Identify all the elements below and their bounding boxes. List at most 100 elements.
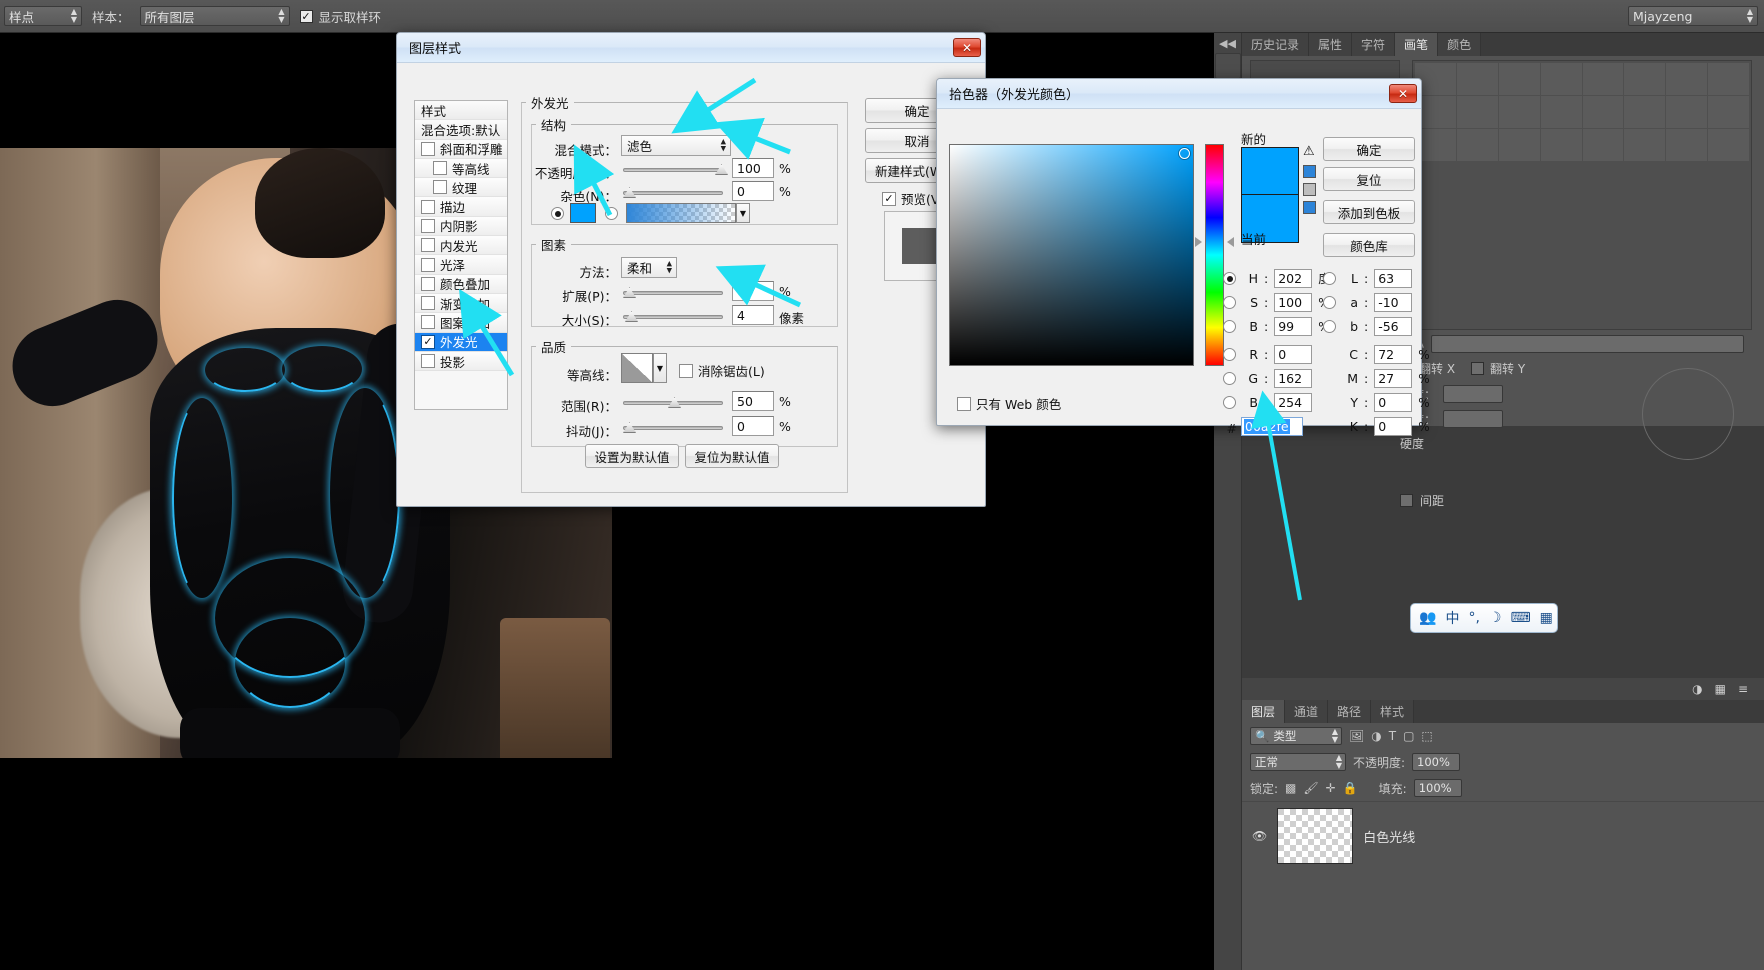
eye-icon[interactable]: 👁 bbox=[1252, 829, 1267, 843]
brush-tip[interactable] bbox=[1456, 96, 1498, 128]
collapse-icon[interactable]: ◀◀ bbox=[1214, 33, 1241, 50]
input-h[interactable]: 202 bbox=[1274, 269, 1313, 288]
brush-tip[interactable] bbox=[1498, 63, 1540, 95]
glow-gradient-radio[interactable] bbox=[605, 207, 618, 220]
field-row-b-bright[interactable]: B: 99 % bbox=[1223, 317, 1330, 336]
brush-tip[interactable] bbox=[1666, 96, 1708, 128]
style-item-drop-shadow[interactable]: 投影 bbox=[415, 351, 507, 372]
layer-fill-value[interactable]: 100% bbox=[1413, 779, 1462, 797]
checkbox-box[interactable] bbox=[421, 238, 435, 253]
ime-keyboard-icon[interactable]: ⌨ bbox=[1510, 610, 1530, 626]
glow-gradient-preview[interactable] bbox=[626, 203, 736, 223]
checkbox-box[interactable] bbox=[421, 199, 435, 214]
sample-point-select[interactable]: 样点 ▲ ▼ bbox=[4, 6, 82, 26]
set-default-button[interactable]: 设置为默认值 bbox=[585, 444, 679, 468]
input-b-blue[interactable]: 254 bbox=[1274, 393, 1313, 412]
checkbox-box[interactable] bbox=[433, 180, 447, 195]
sample-select[interactable]: 所有图层 ▲ ▼ bbox=[139, 6, 290, 26]
style-item-texture[interactable]: 纹理 bbox=[415, 178, 507, 198]
input-b-bright[interactable]: 99 bbox=[1274, 317, 1313, 336]
brush-size-slider[interactable] bbox=[1431, 335, 1744, 353]
field-row-y[interactable]: Y: 0 % bbox=[1342, 393, 1430, 412]
tab-channels[interactable]: 通道 bbox=[1285, 700, 1329, 723]
ime-lang-label[interactable]: 中 bbox=[1445, 608, 1459, 628]
brush-tip[interactable] bbox=[1582, 96, 1624, 128]
styles-list-header[interactable]: 样式 bbox=[415, 101, 507, 121]
tab-styles[interactable]: 样式 bbox=[1371, 700, 1415, 723]
angle-input[interactable] bbox=[1443, 385, 1504, 403]
hex-input[interactable]: 00a2fe bbox=[1241, 417, 1303, 436]
brush-tip[interactable] bbox=[1624, 96, 1666, 128]
checkbox-box[interactable] bbox=[421, 257, 435, 272]
noise-input[interactable]: 0 bbox=[732, 181, 774, 201]
brush-tip[interactable] bbox=[1708, 96, 1749, 128]
radio-b-bright[interactable] bbox=[1223, 320, 1236, 333]
field-row-a[interactable]: a: -10 bbox=[1323, 293, 1413, 312]
radio-s[interactable] bbox=[1223, 296, 1236, 309]
color-cursor[interactable] bbox=[1179, 148, 1190, 159]
close-icon[interactable]: ✕ bbox=[1389, 84, 1417, 103]
layer-opacity-value[interactable]: 100% bbox=[1412, 753, 1461, 771]
blend-mode-select[interactable]: 滤色 ▲ ▼ bbox=[621, 135, 731, 156]
brush-spacing-row[interactable]: 间距 bbox=[1392, 488, 1452, 513]
layer-style-titlebar[interactable]: 图层样式 ✕ bbox=[397, 33, 985, 63]
field-row-l[interactable]: L: 63 bbox=[1323, 269, 1413, 288]
layer-blend-row[interactable]: 正常 ▲ ▼ 不透明度: 100% bbox=[1242, 749, 1764, 775]
style-item-stroke[interactable]: 描边 bbox=[415, 197, 507, 217]
filter-shape-icon[interactable]: ▢ bbox=[1403, 729, 1414, 743]
web-safe-icon[interactable] bbox=[1303, 165, 1316, 178]
user-account-select[interactable]: Mjayzeng ▲ ▼ bbox=[1628, 6, 1758, 26]
cube-icon[interactable] bbox=[1303, 183, 1316, 196]
tab-color[interactable]: 颜色 bbox=[1438, 33, 1482, 56]
spread-input[interactable]: 0 bbox=[732, 281, 774, 301]
reset-default-button[interactable]: 复位为默认值 bbox=[685, 444, 779, 468]
field-row-g[interactable]: G: 162 bbox=[1223, 369, 1313, 388]
picker-ok-button[interactable]: 确定 bbox=[1323, 137, 1415, 161]
saturation-value-field[interactable] bbox=[949, 144, 1194, 366]
radio-b-blue[interactable] bbox=[1223, 396, 1236, 409]
style-item-inner-glow[interactable]: 内发光 bbox=[415, 236, 507, 256]
checkbox-box[interactable] bbox=[421, 354, 435, 368]
layer-style-dialog[interactable]: 图层样式 ✕ 样式 混合选项:默认 斜面和浮雕 等高线 纹理 描边 内阴影 内发… bbox=[396, 32, 986, 507]
brush-tip[interactable] bbox=[1540, 129, 1582, 161]
input-m[interactable]: 27 bbox=[1374, 369, 1413, 388]
lock-all-icon[interactable]: 🔒 bbox=[1343, 781, 1358, 795]
blending-options-item[interactable]: 混合选项:默认 bbox=[415, 120, 507, 140]
style-item-color-overlay[interactable]: 颜色叠加 bbox=[415, 274, 507, 294]
brush-tip[interactable] bbox=[1456, 63, 1498, 95]
lock-position-icon[interactable]: ✛ bbox=[1326, 781, 1336, 795]
color-picker-dialog[interactable]: 拾色器（外发光颜色） ✕ 新的 当前 ⚠ 确定 复位 添加到色板 颜色库 H: … bbox=[936, 78, 1430, 436]
field-row-lab-b[interactable]: b: -56 bbox=[1323, 317, 1413, 336]
field-row-m[interactable]: M: 27 % bbox=[1342, 369, 1430, 388]
style-item-pattern-overlay[interactable]: 图案叠加 bbox=[415, 313, 507, 333]
web-color-icon[interactable] bbox=[1303, 201, 1316, 214]
layers-panel-tabs[interactable]: 图层 通道 路径 样式 bbox=[1242, 700, 1764, 723]
add-to-swatches-button[interactable]: 添加到色板 bbox=[1323, 200, 1415, 224]
chevron-down-icon[interactable]: ▼ bbox=[653, 353, 667, 383]
web-colors-only-checkbox[interactable]: 只有 Web 颜色 bbox=[957, 394, 1061, 413]
hue-slider[interactable] bbox=[1205, 144, 1224, 366]
flip-y-checkbox[interactable]: 翻转 Y bbox=[1471, 360, 1525, 377]
style-item-satin[interactable]: 光泽 bbox=[415, 255, 507, 275]
filter-adjustment-icon[interactable]: ◑ bbox=[1371, 729, 1381, 743]
range-input[interactable]: 50 bbox=[732, 391, 774, 411]
style-item-inner-shadow[interactable]: 内阴影 bbox=[415, 216, 507, 237]
antialias-checkbox[interactable]: 消除锯齿(L) bbox=[679, 361, 765, 380]
lock-transparent-icon[interactable]: ▩ bbox=[1285, 781, 1296, 795]
field-row-k[interactable]: K: 0 % bbox=[1342, 417, 1430, 436]
size-input[interactable]: 4 bbox=[732, 305, 774, 325]
checkbox-box[interactable] bbox=[421, 276, 435, 291]
input-y[interactable]: 0 bbox=[1374, 393, 1413, 412]
brush-tip-grid[interactable] bbox=[1412, 60, 1752, 330]
radio-lab-b[interactable] bbox=[1323, 320, 1336, 333]
radio-h[interactable] bbox=[1223, 272, 1236, 285]
ime-tools-icon[interactable]: ▦ bbox=[1540, 610, 1553, 626]
input-g[interactable]: 162 bbox=[1274, 369, 1313, 388]
adjustment-icon[interactable]: ▦ bbox=[1715, 682, 1726, 696]
brush-tip[interactable] bbox=[1540, 96, 1582, 128]
checkbox-box[interactable] bbox=[421, 296, 435, 311]
brush-tip[interactable] bbox=[1456, 129, 1498, 161]
ime-moon-icon[interactable]: ☽ bbox=[1489, 610, 1502, 626]
brush-tip[interactable] bbox=[1666, 63, 1708, 95]
tab-character[interactable]: 字符 bbox=[1352, 33, 1396, 56]
